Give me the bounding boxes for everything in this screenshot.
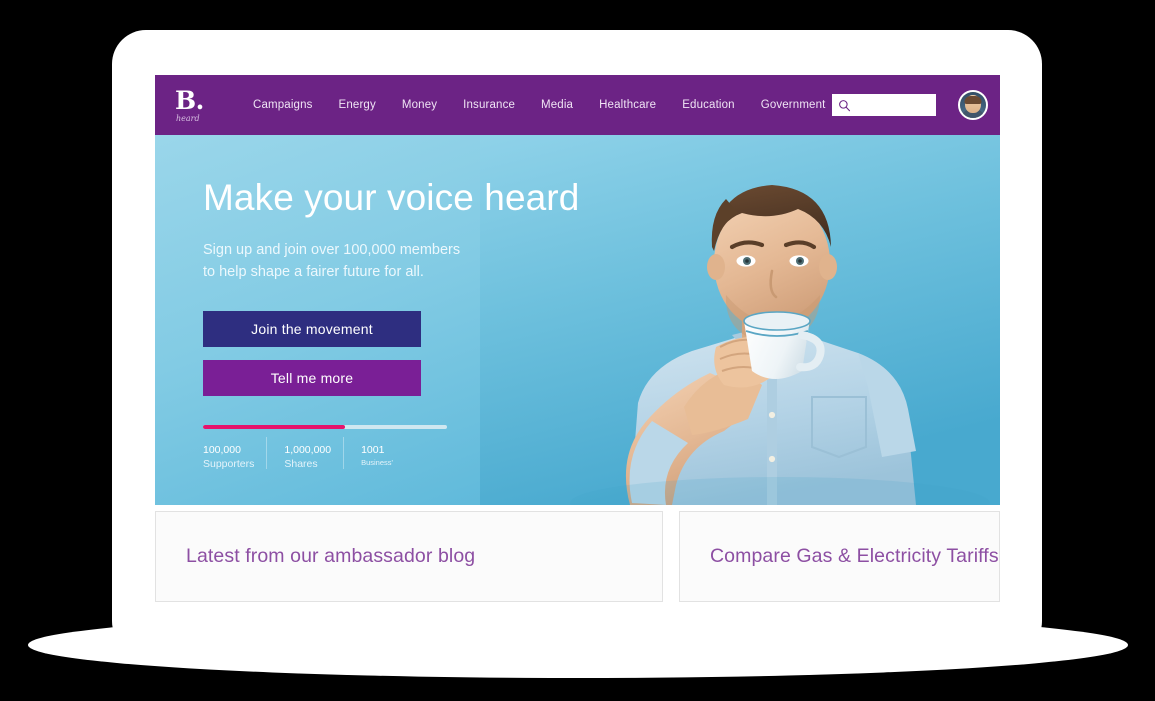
nav-link-campaigns[interactable]: Campaigns bbox=[253, 99, 313, 111]
hero-stats: 100,000 Supporters 1,000,000 Shares 1001… bbox=[203, 425, 447, 471]
brand-logo-mark: B. bbox=[175, 85, 204, 115]
nav-link-money[interactable]: Money bbox=[402, 99, 437, 111]
stat-shares-value: 1,000,000 bbox=[284, 444, 332, 456]
hero-subtitle-line-1: Sign up and join over 100,000 members bbox=[203, 242, 461, 258]
stat-row: 100,000 Supporters 1,000,000 Shares 1001… bbox=[203, 437, 447, 471]
hero-content: Make your voice heard Sign up and join o… bbox=[155, 135, 1000, 471]
search-input[interactable] bbox=[854, 99, 932, 111]
stat-shares: 1,000,000 Shares bbox=[266, 437, 343, 471]
content-cards: Latest from our ambassador blog Compare … bbox=[155, 505, 1000, 602]
supporters-progress-bar bbox=[203, 425, 447, 429]
stat-supporters-label: Supporters bbox=[203, 458, 255, 470]
screenshot-stage: B. heard Campaigns Energy Money Insuranc… bbox=[0, 0, 1155, 701]
browser-screen: B. heard Campaigns Energy Money Insuranc… bbox=[155, 75, 1000, 602]
nav-link-education[interactable]: Education bbox=[682, 99, 735, 111]
nav-link-insurance[interactable]: Insurance bbox=[463, 99, 515, 111]
avatar[interactable] bbox=[958, 90, 988, 120]
site-navbar: B. heard Campaigns Energy Money Insuranc… bbox=[155, 75, 1000, 135]
search-box[interactable] bbox=[832, 94, 936, 116]
supporters-progress-fill bbox=[203, 425, 345, 429]
card-spacer bbox=[663, 511, 679, 602]
stat-supporters: 100,000 Supporters bbox=[203, 443, 266, 471]
search-icon bbox=[838, 99, 851, 112]
nav-link-media[interactable]: Media bbox=[541, 99, 573, 111]
avatar-hair bbox=[964, 96, 982, 105]
nav-link-government[interactable]: Government bbox=[761, 99, 826, 111]
stat-businesses: 1001 Business' bbox=[343, 437, 405, 471]
stat-businesses-label: Business' bbox=[361, 458, 393, 467]
primary-navigation: Campaigns Energy Money Insurance Media H… bbox=[253, 99, 832, 111]
stat-supporters-value: 100,000 bbox=[203, 444, 241, 456]
brand-logo[interactable]: B. heard bbox=[169, 82, 225, 128]
card-ambassador-blog[interactable]: Latest from our ambassador blog bbox=[155, 511, 663, 602]
join-the-movement-button[interactable]: Join the movement bbox=[203, 311, 421, 347]
card-compare-tariffs-title: Compare Gas & Electricity Tariffs bbox=[710, 545, 999, 567]
card-ambassador-blog-title: Latest from our ambassador blog bbox=[186, 545, 476, 567]
card-compare-tariffs[interactable]: Compare Gas & Electricity Tariffs bbox=[679, 511, 1000, 602]
tell-me-more-button[interactable]: Tell me more bbox=[203, 360, 421, 396]
nav-link-healthcare[interactable]: Healthcare bbox=[599, 99, 656, 111]
hero-cta-group: Join the movement Tell me more bbox=[203, 311, 1000, 396]
nav-link-energy[interactable]: Energy bbox=[339, 99, 376, 111]
hero-banner: Make your voice heard Sign up and join o… bbox=[155, 135, 1000, 505]
hero-title: Make your voice heard bbox=[203, 177, 580, 218]
stat-shares-label: Shares bbox=[284, 458, 318, 470]
hero-subtitle: Sign up and join over 100,000 members to… bbox=[203, 239, 1000, 283]
hero-subtitle-line-2: to help shape a fairer future for all. bbox=[203, 264, 424, 280]
brand-logo-subtext: heard bbox=[176, 113, 200, 123]
stat-businesses-value: 1001 bbox=[361, 444, 385, 456]
